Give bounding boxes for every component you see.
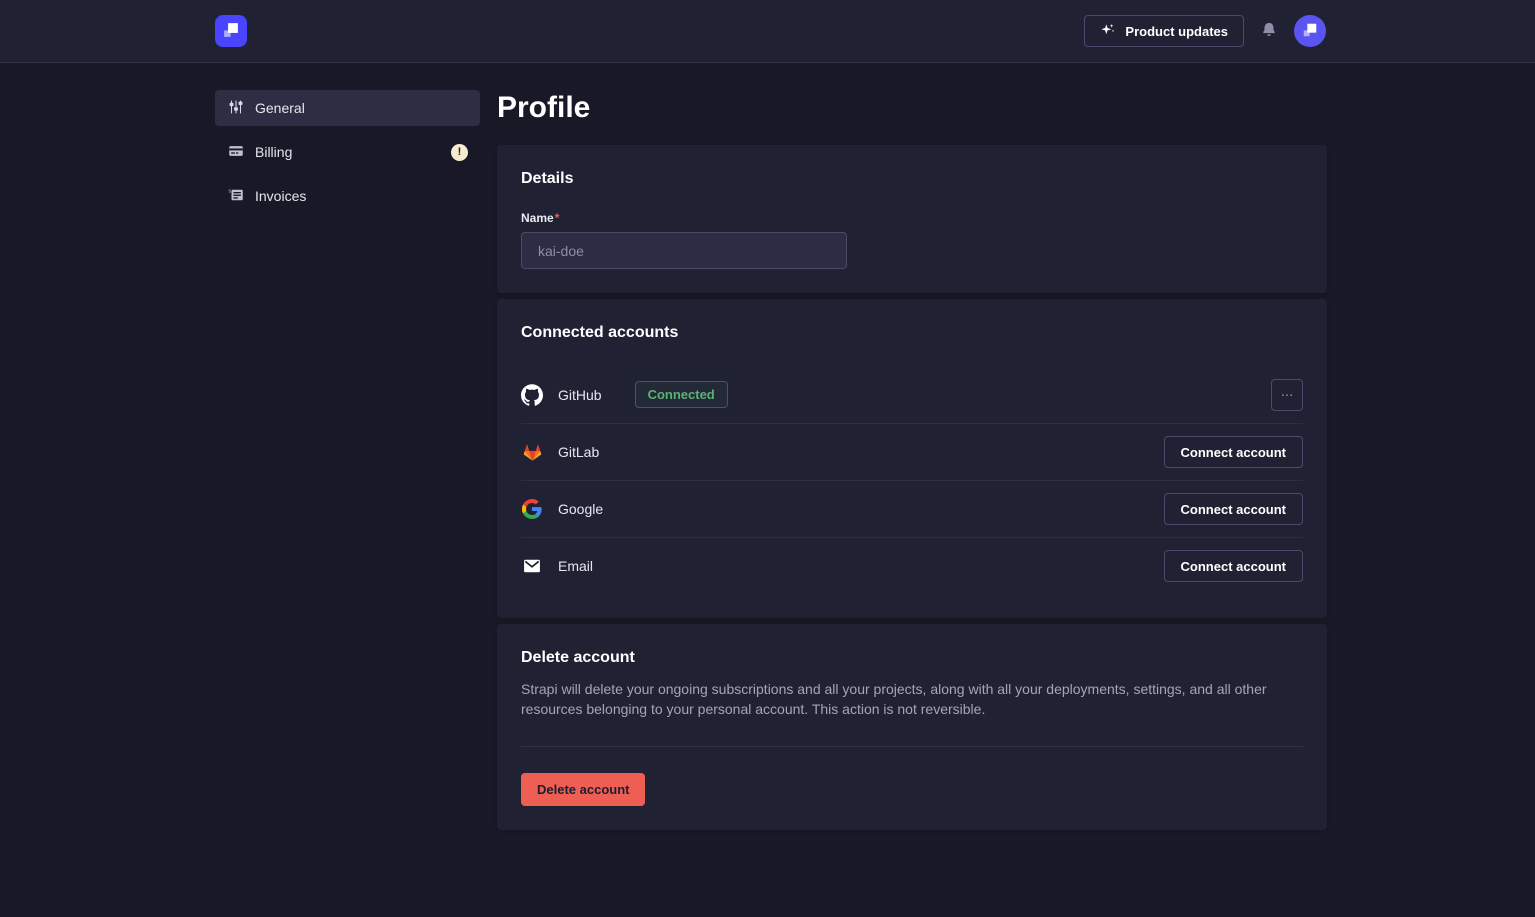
delete-account-card: Delete account Strapi will delete your o… [497, 624, 1327, 830]
user-avatar[interactable] [1294, 15, 1326, 47]
email-connect-button[interactable]: Connect account [1164, 550, 1303, 582]
invoice-icon: s [227, 186, 245, 207]
required-marker: * [555, 211, 560, 225]
sidebar-item-label: General [255, 100, 305, 116]
accounts-list: GitHub Connected ... [521, 366, 1303, 594]
delete-account-title: Delete account [521, 648, 1303, 667]
notifications-button[interactable] [1260, 21, 1278, 42]
name-input[interactable] [521, 232, 847, 269]
connected-accounts-title: Connected accounts [521, 323, 1303, 342]
sidebar-item-billing[interactable]: Billing ! [215, 134, 480, 170]
google-icon [521, 499, 543, 519]
settings-sidebar: General Billing ! [215, 90, 480, 836]
page-body: General Billing ! [0, 63, 1535, 836]
provider-name: GitLab [558, 444, 599, 460]
google-connect-button[interactable]: Connect account [1164, 493, 1303, 525]
strapi-logo[interactable] [215, 15, 247, 47]
github-icon [521, 384, 543, 406]
sidebar-item-invoices[interactable]: s Invoices [215, 178, 480, 214]
ellipsis-icon: ... [1281, 384, 1294, 399]
sliders-icon [227, 98, 245, 119]
github-more-button[interactable]: ... [1271, 379, 1303, 411]
name-label: Name* [521, 211, 1303, 225]
details-card: Details Name* [497, 145, 1327, 293]
email-icon [521, 556, 543, 576]
topbar: Product updates [0, 0, 1535, 63]
provider-name: Google [558, 501, 603, 517]
account-row-gitlab: GitLab Connect account [521, 423, 1303, 480]
account-row-email: Email Connect account [521, 537, 1303, 594]
gitlab-icon [521, 442, 543, 463]
name-field-group: Name* [521, 211, 1303, 269]
delete-account-button[interactable]: Delete account [521, 773, 645, 806]
provider-name: GitHub [558, 387, 602, 403]
billing-warning-badge: ! [451, 144, 468, 161]
account-row-google: Google Connect account [521, 480, 1303, 537]
strapi-avatar-icon [1300, 20, 1320, 43]
topbar-actions: Product updates [1084, 15, 1326, 47]
strapi-logo-icon [220, 19, 242, 44]
delete-account-description: Strapi will delete your ongoing subscrip… [521, 679, 1303, 719]
sparkle-icon [1100, 22, 1116, 41]
svg-text:s: s [229, 188, 232, 194]
product-updates-label: Product updates [1125, 24, 1228, 39]
connected-status-badge: Connected [635, 381, 728, 408]
connected-accounts-card: Connected accounts GitHub Connected ... [497, 299, 1327, 618]
gitlab-connect-button[interactable]: Connect account [1164, 436, 1303, 468]
details-title: Details [521, 169, 1303, 188]
credit-card-icon [227, 142, 245, 163]
product-updates-button[interactable]: Product updates [1084, 15, 1244, 47]
sidebar-item-label: Invoices [255, 188, 306, 204]
account-row-github: GitHub Connected ... [521, 366, 1303, 423]
bell-icon [1260, 21, 1278, 42]
divider [521, 746, 1303, 747]
main-content: Profile Details Name* Connected accounts [497, 90, 1327, 836]
sidebar-item-general[interactable]: General [215, 90, 480, 126]
page-title: Profile [497, 90, 1327, 126]
sidebar-item-label: Billing [255, 144, 292, 160]
provider-name: Email [558, 558, 593, 574]
